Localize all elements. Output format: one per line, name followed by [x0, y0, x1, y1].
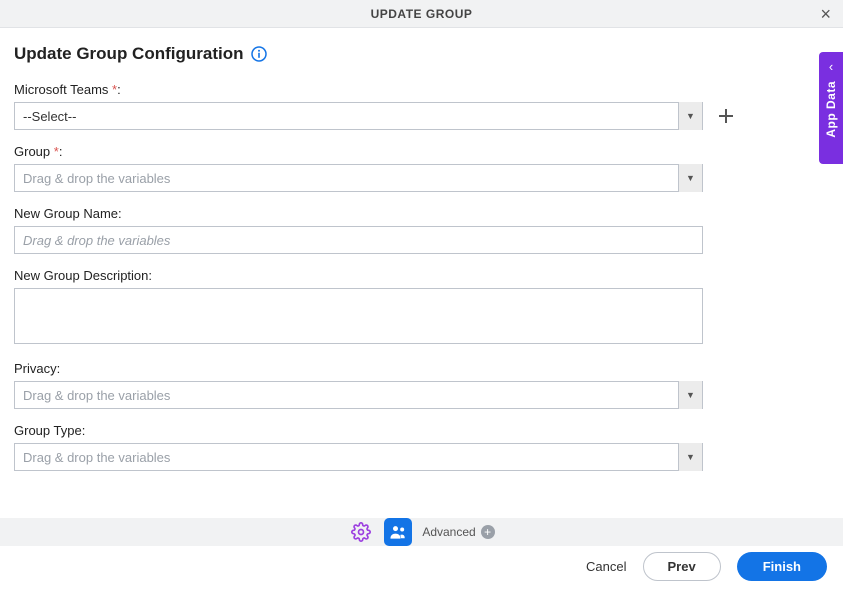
info-icon[interactable]	[251, 46, 267, 62]
field-microsoft-teams: Microsoft Teams *: --Select-- ▼	[14, 82, 829, 130]
side-tab-label: App Data	[824, 81, 838, 138]
gear-icon[interactable]	[348, 519, 374, 545]
finish-button[interactable]: Finish	[737, 552, 827, 581]
dialog-title: UPDATE GROUP	[371, 7, 473, 21]
page-title: Update Group Configuration	[14, 44, 243, 64]
teams-select-value: --Select--	[15, 109, 678, 124]
privacy-select-placeholder: Drag & drop the variables	[15, 388, 678, 403]
plus-circle-icon: +	[481, 525, 495, 539]
select-row-teams: --Select-- ▼	[14, 102, 829, 130]
select-row-privacy: Drag & drop the variables ▼	[14, 381, 829, 409]
field-privacy: Privacy: Drag & drop the variables ▼	[14, 361, 829, 409]
field-label-privacy: Privacy:	[14, 361, 829, 376]
field-new-group-desc: New Group Description:	[14, 268, 829, 347]
cancel-button[interactable]: Cancel	[586, 559, 626, 574]
select-row-group: Drag & drop the variables ▼	[14, 164, 829, 192]
field-label-teams: Microsoft Teams *:	[14, 82, 829, 97]
group-select-placeholder: Drag & drop the variables	[15, 171, 678, 186]
label-colon: :	[117, 82, 121, 97]
privacy-select[interactable]: Drag & drop the variables ▼	[14, 381, 703, 409]
people-icon[interactable]	[384, 518, 412, 546]
select-row-group-type: Drag & drop the variables ▼	[14, 443, 829, 471]
label-text: Microsoft Teams	[14, 82, 112, 97]
advanced-toggle[interactable]: Advanced +	[422, 525, 494, 539]
chevron-down-icon[interactable]: ▼	[678, 381, 702, 409]
prev-button[interactable]: Prev	[643, 552, 721, 581]
add-teams-button[interactable]	[715, 105, 737, 127]
chevron-down-icon[interactable]: ▼	[678, 443, 702, 471]
label-colon: :	[59, 144, 63, 159]
label-text: Group	[14, 144, 54, 159]
field-group-type: Group Type: Drag & drop the variables ▼	[14, 423, 829, 471]
group-type-select[interactable]: Drag & drop the variables ▼	[14, 443, 703, 471]
footer-toolbar: Advanced +	[0, 518, 843, 546]
close-icon[interactable]: ×	[820, 4, 831, 24]
field-label-group: Group *:	[14, 144, 829, 159]
chevron-left-icon: ‹	[829, 60, 833, 73]
group-type-select-placeholder: Drag & drop the variables	[15, 450, 678, 465]
action-buttons: Cancel Prev Finish	[586, 552, 827, 581]
field-label-new-desc: New Group Description:	[14, 268, 829, 283]
chevron-down-icon[interactable]: ▼	[678, 102, 702, 130]
dialog-content: Update Group Configuration Microsoft Tea…	[0, 28, 843, 518]
new-group-desc-input[interactable]	[14, 288, 703, 344]
group-select[interactable]: Drag & drop the variables ▼	[14, 164, 703, 192]
field-group: Group *: Drag & drop the variables ▼	[14, 144, 829, 192]
field-label-group-type: Group Type:	[14, 423, 829, 438]
field-new-group-name: New Group Name:	[14, 206, 829, 254]
advanced-label-text: Advanced	[422, 525, 475, 539]
new-group-name-input[interactable]	[14, 226, 703, 254]
chevron-down-icon[interactable]: ▼	[678, 164, 702, 192]
app-data-side-tab[interactable]: ‹ App Data	[819, 52, 843, 164]
field-label-new-name: New Group Name:	[14, 206, 829, 221]
teams-select[interactable]: --Select-- ▼	[14, 102, 703, 130]
dialog-header: UPDATE GROUP ×	[0, 0, 843, 28]
page-title-row: Update Group Configuration	[14, 44, 829, 64]
